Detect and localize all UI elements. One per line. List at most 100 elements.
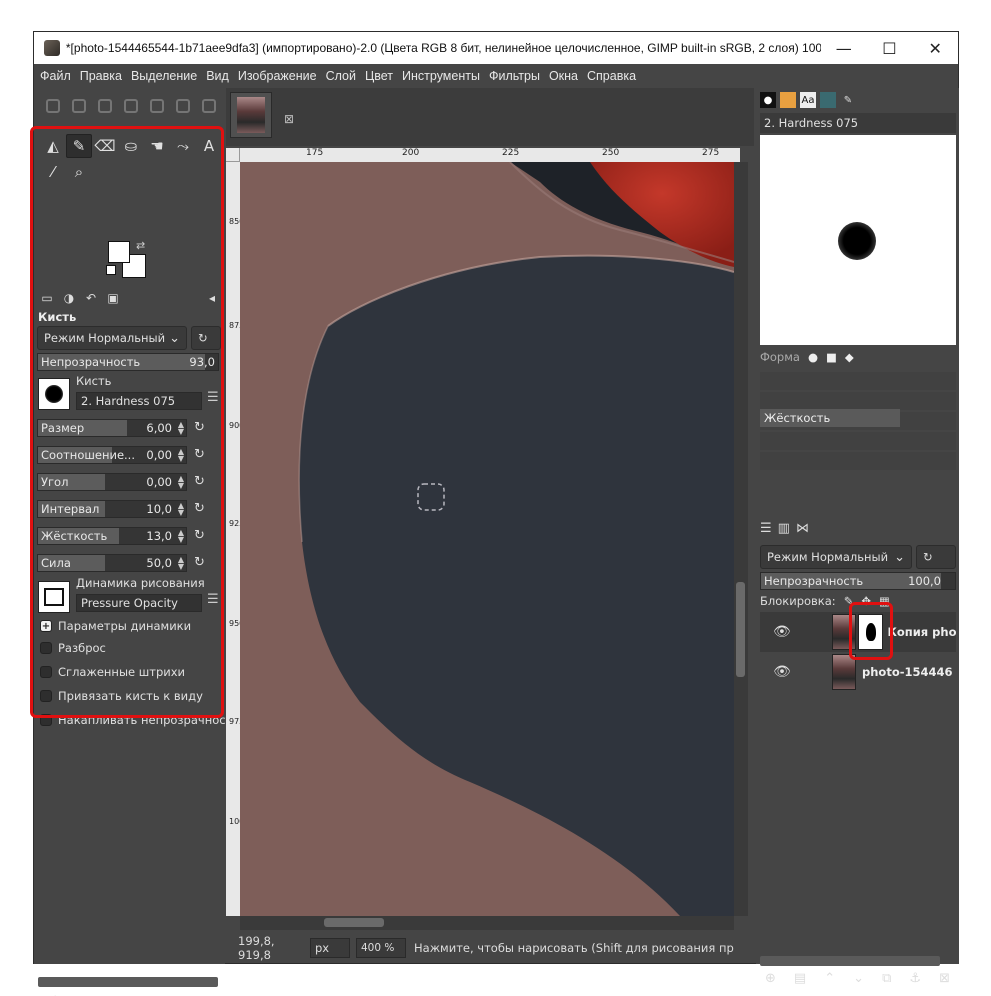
brush-editor-name[interactable]: 2. Hardness 075 <box>760 113 956 133</box>
visibility-eye-icon[interactable]: 👁 <box>766 664 798 680</box>
raise-layer-icon[interactable]: ⌃ <box>824 971 835 986</box>
rect-select-icon[interactable] <box>72 99 86 113</box>
palettes-tab-icon[interactable] <box>820 92 836 108</box>
status-message: Нажмите, чтобы нарисовать (Shift для рис… <box>414 941 734 955</box>
image-canvas[interactable] <box>240 162 734 916</box>
menu-windows[interactable]: Окна <box>549 69 578 83</box>
menu-help[interactable]: Справка <box>587 69 636 83</box>
image-thumbnail <box>237 97 265 133</box>
menu-colors[interactable]: Цвет <box>365 69 393 83</box>
horizontal-scrollbar[interactable] <box>240 916 734 930</box>
brushes-tab-icon[interactable]: ● <box>760 92 776 108</box>
horizontal-ruler[interactable]: 175 200 225 250 275 <box>240 148 740 162</box>
foreground-color[interactable] <box>108 241 130 263</box>
hardness-field[interactable]: Жёсткость <box>760 409 900 427</box>
paths-tab-icon[interactable]: ⋈ <box>796 521 809 536</box>
layer-opacity-slider[interactable]: Непрозрачность 100,0 <box>760 572 956 590</box>
duplicate-layer-icon[interactable]: ⧉ <box>882 971 891 986</box>
vertical-scrollbar[interactable] <box>734 162 748 916</box>
minimize-button[interactable]: — <box>821 32 867 64</box>
new-layer-icon[interactable]: ⊕ <box>765 971 776 986</box>
menu-select[interactable]: Выделение <box>131 69 197 83</box>
circle-shape-icon[interactable]: ● <box>808 350 818 364</box>
status-bar: 199,8, 919,8 px 400 % Нажмите, чтобы нар… <box>226 934 754 962</box>
brush-shape-dot <box>838 222 876 260</box>
toolbox-dock: ◭ ✎ ⌫ ⛀ ☚ ⤳ A ⁄ ⌕ ⇄ ▭ ◑ ↶ ▣ ◂ Кисть Режи… <box>30 88 239 996</box>
fuzzy-select-icon[interactable] <box>124 99 138 113</box>
gimp-window: *[photo-1544465544-1b71aee9dfa3] (импорт… <box>30 31 959 996</box>
menu-edit[interactable]: Правка <box>80 69 122 83</box>
h-tick: 275 <box>702 148 720 158</box>
save-options-icon[interactable]: ⭳ <box>53 990 58 996</box>
menu-view[interactable]: Вид <box>206 69 229 83</box>
canvas-image <box>298 162 734 916</box>
unit-select[interactable]: px <box>310 938 350 958</box>
anchor-layer-icon[interactable]: ⚓ <box>909 971 921 986</box>
layer-mode-label: Режим Нормальный <box>767 550 889 564</box>
v-tick: 1000 <box>229 818 249 826</box>
left-dock-footer: ⭳ ↺ ⊠ ↻ <box>34 984 225 996</box>
v-tick: 900 <box>229 421 245 430</box>
layer-name[interactable]: photo-154446 <box>862 665 953 679</box>
menu-file[interactable]: Файл <box>40 69 71 83</box>
warp-icon[interactable] <box>202 99 216 113</box>
brush-editor-fields <box>760 372 956 482</box>
shape-row: Форма ● ■ ◆ <box>760 350 854 364</box>
pointer-coords: 199,8, 919,8 <box>238 934 275 962</box>
transform-icon[interactable] <box>176 99 190 113</box>
h-tick: 225 <box>502 148 520 158</box>
visibility-eye-icon[interactable]: 👁 <box>766 624 798 640</box>
close-tab-icon[interactable]: ⊠ <box>284 112 294 126</box>
h-tick: 250 <box>602 148 620 158</box>
menu-image[interactable]: Изображение <box>238 69 317 83</box>
highlight-tool-options <box>30 126 224 718</box>
layer-mode-combo[interactable]: Режим Нормальный ⌄ <box>760 545 912 569</box>
right-dock: ● Aa ✎ 2. Hardness 075 Форма ● ■ ◆ Жёстк… <box>756 88 959 986</box>
shape-label: Форма <box>760 350 800 364</box>
gimp-app-icon <box>44 40 60 56</box>
image-tab[interactable] <box>230 92 272 138</box>
maximize-button[interactable]: ☐ <box>867 32 913 64</box>
layers-tab-icon[interactable]: ☰ <box>760 521 772 536</box>
right-dock-scrollbar[interactable] <box>760 956 940 966</box>
reset-icon: ↻ <box>923 550 933 564</box>
v-tick: 850 <box>229 217 245 226</box>
chevron-down-icon: ⌄ <box>894 549 905 565</box>
lower-layer-icon[interactable]: ⌄ <box>853 971 864 986</box>
brush-editor-tab-icon[interactable]: ✎ <box>840 92 856 108</box>
h-tick: 200 <box>402 148 420 158</box>
lasso-icon[interactable] <box>98 99 112 113</box>
lock-label: Блокировка: <box>760 594 836 608</box>
horizontal-scroll-thumb[interactable] <box>324 918 384 927</box>
layer-name[interactable]: Копия pho <box>887 625 956 639</box>
menu-layer[interactable]: Слой <box>326 69 356 83</box>
layers-tabs: ☰ ▥ ⋈ <box>760 521 809 536</box>
vertical-ruler[interactable]: 850 875 900 925 950 975 1000 <box>226 162 249 916</box>
close-button[interactable]: ✕ <box>912 32 958 64</box>
square-shape-icon[interactable]: ■ <box>826 350 837 364</box>
menu-tools[interactable]: Инструменты <box>402 69 480 83</box>
layer-mode-reset[interactable]: ↻ <box>916 545 956 569</box>
layer-opacity-value: 100,0 <box>908 574 941 588</box>
vertical-scroll-thumb[interactable] <box>736 582 745 677</box>
v-tick: 875 <box>229 321 245 330</box>
new-group-icon[interactable]: ▤ <box>794 971 806 986</box>
move-tool-icon[interactable] <box>46 99 60 113</box>
diamond-shape-icon[interactable]: ◆ <box>845 350 854 364</box>
crop-icon[interactable] <box>150 99 164 113</box>
channels-tab-icon[interactable]: ▥ <box>778 521 790 536</box>
image-tabs: ⊠ <box>226 88 754 146</box>
window-title: *[photo-1544465544-1b71aee9dfa3] (импорт… <box>65 41 821 55</box>
menu-bar: Файл Правка Выделение Вид Изображение Сл… <box>34 64 958 88</box>
zoom-select[interactable]: 400 % <box>356 938 406 958</box>
layer-opacity-label: Непрозрачность <box>764 574 864 588</box>
patterns-tab-icon[interactable] <box>780 92 796 108</box>
title-bar: *[photo-1544465544-1b71aee9dfa3] (импорт… <box>34 32 958 64</box>
ruler-corner[interactable] <box>226 148 240 162</box>
fonts-tab-icon[interactable]: Aa <box>800 92 816 108</box>
brushes-tabs: ● Aa ✎ <box>760 92 856 108</box>
delete-layer-icon[interactable]: ⊠ <box>939 971 950 986</box>
menu-filters[interactable]: Фильтры <box>489 69 540 83</box>
v-tick: 950 <box>229 619 245 628</box>
brush-editor-preview <box>760 135 956 345</box>
